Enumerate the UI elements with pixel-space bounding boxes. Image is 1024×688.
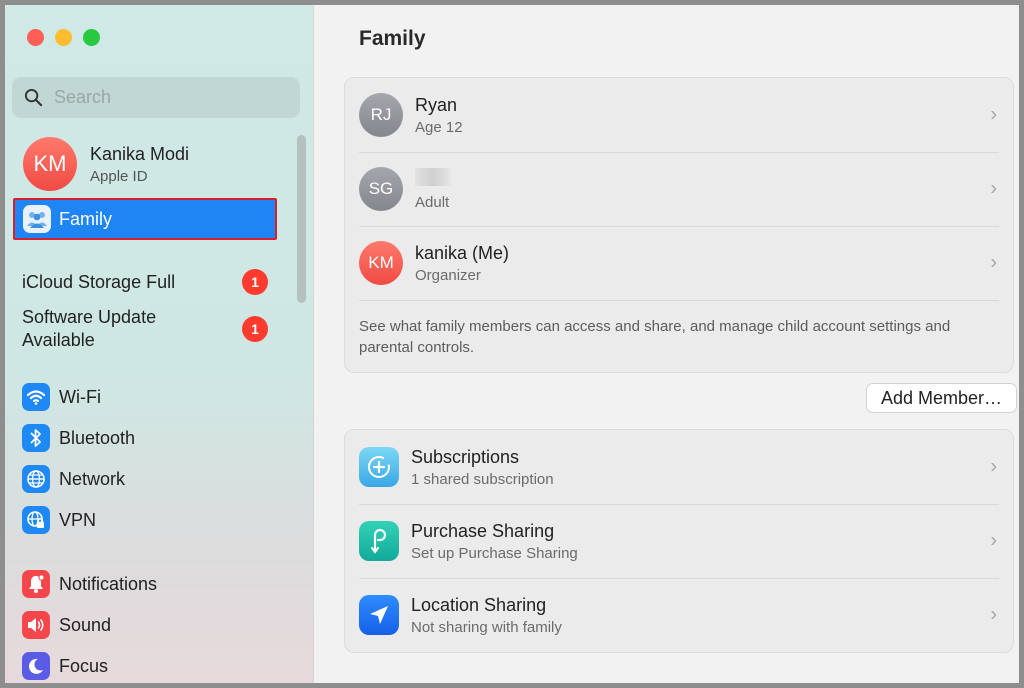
close-window-button[interactable] (27, 29, 44, 46)
zoom-window-button[interactable] (83, 29, 100, 46)
globe-icon (22, 465, 50, 493)
feature-subtitle: Not sharing with family (411, 618, 562, 636)
sidebar-item-label: Wi-Fi (59, 386, 101, 407)
bluetooth-icon (22, 424, 50, 452)
redacted-name-blur (415, 167, 451, 186)
main-pane: Family RJ Ryan Age 12 › SG Adult › KM ka… (314, 5, 1019, 683)
sidebar-item-vpn[interactable]: VPN (22, 506, 96, 534)
member-row-kanika[interactable]: KM kanika (Me) Organizer › (345, 226, 1013, 300)
sidebar-item-icloud-storage-full[interactable]: iCloud Storage Full 1 (22, 269, 268, 295)
feature-row-location-sharing[interactable]: Location Sharing Not sharing with family… (345, 578, 1013, 652)
apple-id-account[interactable]: KM Kanika Modi Apple ID (23, 137, 189, 191)
member-name-redacted (415, 167, 451, 191)
sidebar-item-software-update[interactable]: Software Update Available 1 (22, 306, 268, 352)
member-role: Adult (415, 193, 450, 211)
feature-title: Purchase Sharing (411, 520, 555, 541)
sidebar-item-family-label: Family (59, 208, 112, 229)
feature-title: Location Sharing (411, 594, 547, 615)
chevron-right-icon: › (990, 103, 997, 126)
moon-icon (22, 652, 50, 680)
chevron-right-icon: › (990, 529, 997, 552)
sidebar-item-sound[interactable]: Sound (22, 611, 111, 639)
chevron-right-icon: › (990, 251, 997, 274)
sidebar: KM Kanika Modi Apple ID Family iCloud (5, 5, 314, 683)
speaker-icon (22, 611, 50, 639)
purchase-sharing-icon (359, 521, 399, 561)
sidebar-item-label: Notifications (59, 573, 158, 594)
search-icon (24, 88, 43, 107)
sidebar-scrollbar[interactable] (297, 135, 306, 303)
member-avatar: KM (359, 241, 403, 285)
sidebar-item-network[interactable]: Network (22, 465, 125, 493)
sidebar-item-label: Sound (59, 614, 112, 635)
chevron-right-icon: › (990, 177, 997, 200)
member-avatar: SG (359, 167, 403, 211)
sidebar-item-bluetooth[interactable]: Bluetooth (22, 424, 135, 452)
sidebar-item-label: VPN (59, 509, 97, 530)
subscriptions-icon (359, 447, 399, 487)
sidebar-item-notifications[interactable]: Notifications (22, 570, 157, 598)
member-role: Age 12 (415, 118, 463, 136)
sidebar-item-focus[interactable]: Focus (22, 652, 108, 680)
vpn-icon (22, 506, 50, 534)
member-avatar: RJ (359, 93, 403, 137)
member-role: Organizer (415, 266, 481, 284)
feature-subtitle: Set up Purchase Sharing (411, 544, 578, 562)
feature-row-subscriptions[interactable]: Subscriptions 1 shared subscription › (345, 430, 1013, 504)
family-members-card: RJ Ryan Age 12 › SG Adult › KM kanika (M… (344, 77, 1014, 373)
family-description: See what family members can access and s… (345, 300, 1013, 372)
sidebar-item-wifi[interactable]: Wi-Fi (22, 383, 101, 411)
member-row-sg[interactable]: SG Adult › (345, 152, 1013, 226)
minimize-window-button[interactable] (55, 29, 72, 46)
sidebar-item-family[interactable]: Family (13, 198, 277, 240)
account-subtitle: Apple ID (90, 167, 148, 185)
add-member-button[interactable]: Add Member… (866, 383, 1017, 413)
wifi-icon (22, 383, 50, 411)
chevron-right-icon: › (990, 603, 997, 626)
feature-title: Subscriptions (411, 446, 520, 467)
feature-row-purchase-sharing[interactable]: Purchase Sharing Set up Purchase Sharing… (345, 504, 1013, 578)
alert-label: Software Update Available (22, 307, 157, 350)
member-row-ryan[interactable]: RJ Ryan Age 12 › (345, 78, 1013, 152)
bell-icon (22, 570, 50, 598)
alert-label: iCloud Storage Full (22, 271, 176, 292)
feature-subtitle: 1 shared subscription (411, 470, 554, 488)
family-icon (23, 205, 51, 233)
chevron-right-icon: › (990, 455, 997, 478)
location-arrow-icon (359, 595, 399, 635)
sidebar-item-label: Network (59, 468, 126, 489)
member-name: Ryan (415, 94, 458, 115)
page-title: Family (359, 27, 426, 50)
account-avatar: KM (23, 137, 77, 191)
member-name: kanika (Me) (415, 242, 510, 263)
window-controls (27, 29, 100, 46)
alert-badge: 1 (242, 269, 268, 295)
family-features-card: Subscriptions 1 shared subscription › Pu… (344, 429, 1014, 653)
account-name: Kanika Modi (90, 143, 190, 164)
search-field[interactable] (12, 77, 300, 118)
settings-window: KM Kanika Modi Apple ID Family iCloud (0, 0, 1024, 688)
sidebar-item-label: Bluetooth (59, 427, 136, 448)
sidebar-item-label: Focus (59, 655, 109, 676)
search-input[interactable] (54, 87, 274, 108)
alert-badge: 1 (242, 316, 268, 342)
